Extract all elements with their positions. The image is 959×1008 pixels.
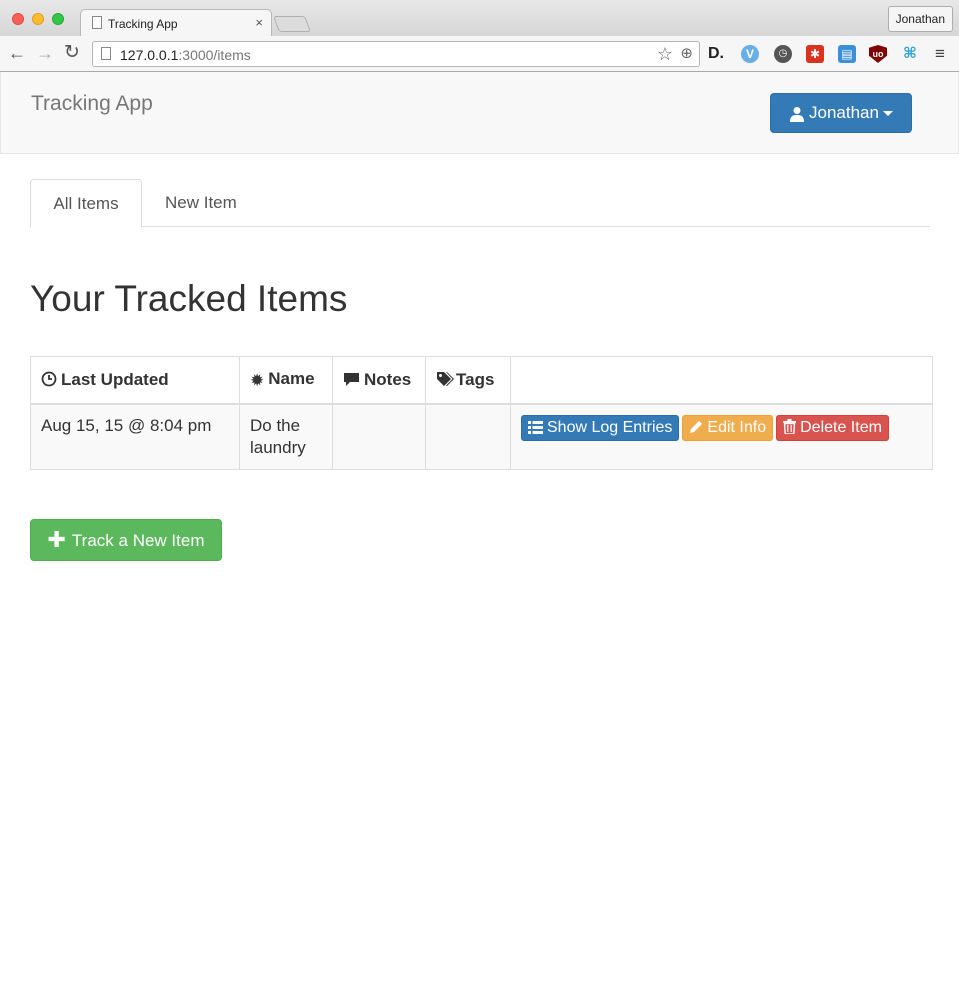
table-header-row: Last Updated ✹ Name Notes Tags [30, 356, 933, 405]
cell-name: Do the laundry [239, 403, 333, 470]
header-tags-label: Tags [456, 369, 495, 389]
cell-notes [332, 403, 426, 470]
plus-icon: ✚ [47, 527, 66, 552]
show-log-entries-button[interactable]: Show Log Entries [521, 414, 680, 441]
page-info-icon[interactable] [101, 47, 111, 60]
caret-down-icon [882, 111, 893, 117]
bookmark-star-icon[interactable]: ☆ [657, 44, 673, 65]
item-tabs: All Items New Item [30, 179, 930, 228]
items-table: Last Updated ✹ Name Notes Tags Aug 15, 1… [30, 356, 933, 470]
d-extension-icon[interactable]: D. [707, 45, 725, 63]
list-icon [528, 420, 543, 434]
browser-menu-icon[interactable]: ≡ [935, 44, 945, 64]
tab-all-items[interactable]: All Items [30, 179, 142, 228]
browser-tab[interactable]: Tracking App × [80, 9, 272, 36]
pencil-icon [690, 420, 703, 433]
v-extension-icon[interactable]: V [741, 45, 759, 63]
profile-button[interactable]: Jonathan [887, 6, 953, 32]
address-bar[interactable]: 127.0.0.1:3000/items ☆ ⊕ [92, 41, 700, 67]
window-extension-icon[interactable]: ▤ [838, 45, 856, 63]
url-text[interactable]: 127.0.0.1:3000/items [120, 47, 251, 63]
reload-icon[interactable]: ↻ [64, 43, 80, 63]
clock-extension-icon[interactable]: ◷ [774, 45, 792, 63]
tab-new-item[interactable]: New Item [165, 179, 237, 227]
browser-tab-title: Tracking App [108, 17, 178, 31]
header-name: ✹ Name [239, 356, 333, 405]
trash-icon [783, 418, 797, 434]
track-new-item-label: Track a New Item [71, 531, 205, 550]
app-navbar: Tracking App Jonathan [0, 72, 959, 154]
tags-icon [437, 371, 454, 386]
asterisk-icon: ✹ [250, 370, 265, 390]
header-last-updated: Last Updated [30, 356, 240, 405]
network-icon[interactable]: ⌘ [901, 45, 919, 63]
close-tab-icon[interactable]: × [255, 15, 263, 30]
zoom-window-button[interactable] [52, 13, 64, 25]
header-notes-label: Notes [364, 369, 412, 389]
new-tab-button[interactable] [273, 16, 311, 32]
user-icon [790, 106, 805, 122]
cell-last-updated: Aug 15, 15 @ 8:04 pm [30, 403, 240, 470]
brand-link[interactable]: Tracking App [31, 92, 153, 116]
edit-info-label: Edit Info [707, 418, 767, 436]
delete-item-button[interactable]: Delete Item [776, 414, 889, 441]
zoom-icon[interactable]: ⊕ [680, 44, 693, 62]
user-name: Jonathan [809, 103, 879, 122]
browser-toolbar: ← → ↻ 127.0.0.1:3000/items ☆ ⊕ D. V ◷ ✱ … [0, 36, 959, 72]
cell-tags [425, 403, 511, 470]
user-menu-button[interactable]: Jonathan [770, 93, 912, 133]
back-arrow-icon[interactable]: ← [8, 43, 26, 63]
edit-info-button[interactable]: Edit Info [682, 414, 774, 441]
forward-arrow-icon[interactable]: → [36, 43, 54, 63]
url-path: :3000/items [178, 47, 251, 63]
ublock-icon[interactable]: uo [869, 45, 887, 63]
asterisk-extension-icon[interactable]: ✱ [806, 45, 824, 63]
document-icon [92, 16, 102, 29]
show-log-entries-label: Show Log Entries [547, 418, 673, 436]
url-host: 127.0.0.1 [120, 47, 179, 63]
table-row: Aug 15, 15 @ 8:04 pm Do the laundry Show… [30, 403, 933, 470]
browser-tab-strip: Tracking App × Jonathan [0, 0, 959, 36]
cell-actions: Show Log Entries Edit Info Delete Item [510, 403, 933, 470]
close-window-button[interactable] [12, 13, 24, 25]
header-name-label: Name [268, 368, 315, 388]
header-notes: Notes [332, 356, 426, 405]
comment-icon [344, 372, 359, 386]
delete-item-label: Delete Item [800, 418, 882, 436]
page-title: Your Tracked Items [30, 278, 348, 319]
header-last-updated-label: Last Updated [61, 369, 169, 389]
header-tags: Tags [425, 356, 511, 405]
clock-icon [41, 371, 57, 387]
track-new-item-button[interactable]: ✚ Track a New Item [30, 519, 222, 561]
minimize-window-button[interactable] [32, 13, 44, 25]
header-actions [510, 356, 933, 405]
